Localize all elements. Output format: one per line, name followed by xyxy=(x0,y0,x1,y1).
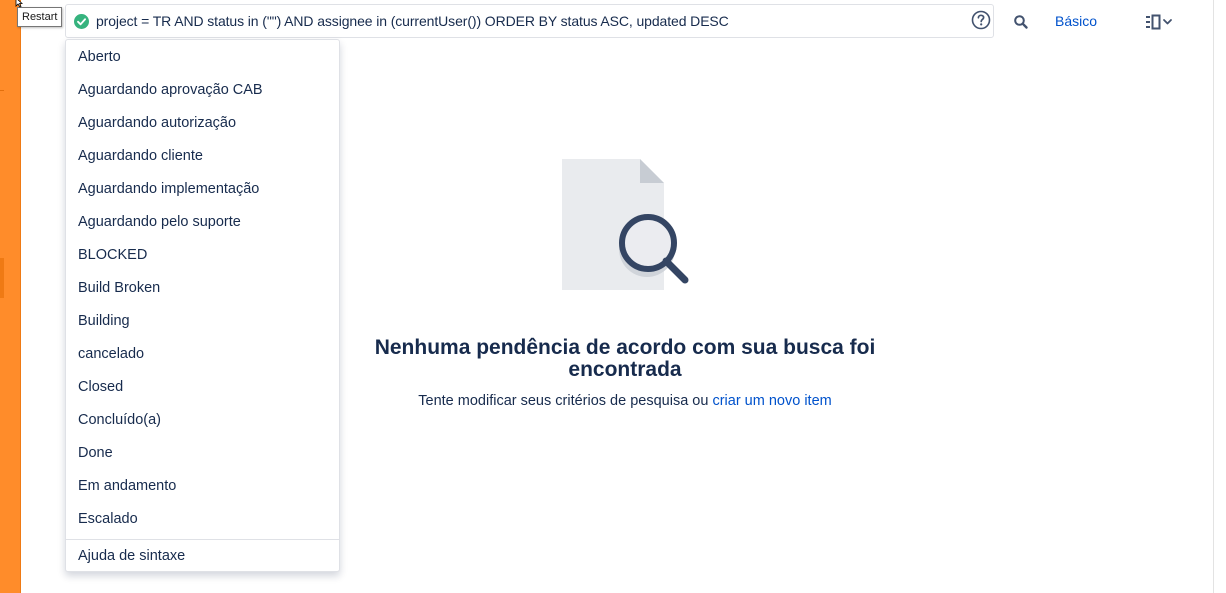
suggestion-item[interactable]: Closed xyxy=(66,371,339,404)
suggestion-item[interactable]: Done xyxy=(66,437,339,470)
check-circle-icon xyxy=(74,14,89,29)
suggestion-item[interactable]: Aguardando pelo suporte xyxy=(66,206,339,239)
status-suggestions-dropdown: Aberto Aguardando aprovação CAB Aguardan… xyxy=(65,39,340,572)
suggestion-item[interactable]: Aberto xyxy=(66,41,339,74)
jql-query-text[interactable]: project = TR AND status in ("") AND assi… xyxy=(96,13,729,29)
empty-state-text: Tente modificar seus critérios de pesqui… xyxy=(418,393,709,409)
suggestion-item[interactable]: Em andamento xyxy=(66,470,339,503)
suggestion-item[interactable]: BLOCKED xyxy=(66,239,339,272)
suggestion-item[interactable]: Aguardando cliente xyxy=(66,140,339,173)
mouse-cursor-icon xyxy=(15,0,24,8)
sidebar-collapse-handle[interactable] xyxy=(0,258,4,298)
syntax-help-link[interactable]: Ajuda de sintaxe xyxy=(66,540,339,573)
no-results-document-search-icon xyxy=(562,159,689,290)
suggestion-item[interactable]: Concluído(a) xyxy=(66,404,339,437)
question-circle-icon[interactable] xyxy=(971,10,991,30)
suggestion-item[interactable]: Aguardando implementação xyxy=(66,173,339,206)
left-sidebar-strip xyxy=(0,0,21,593)
suggestion-item[interactable]: Building xyxy=(66,305,339,338)
create-new-item-link[interactable]: criar um novo item xyxy=(712,393,831,409)
suggestion-item[interactable]: Build Broken xyxy=(66,272,339,305)
sidebar-marker xyxy=(0,90,4,91)
vertical-scrollbar[interactable] xyxy=(1213,0,1226,593)
search-icon[interactable] xyxy=(1011,12,1031,32)
suggestion-item[interactable]: cancelado xyxy=(66,338,339,371)
suggestion-item[interactable]: Aguardando aprovação CAB xyxy=(66,74,339,107)
empty-state-title: Nenhuma pendência de acordo com sua busc… xyxy=(374,336,876,381)
restart-tooltip: Restart xyxy=(17,7,63,27)
list-layout-icon[interactable] xyxy=(1144,12,1182,32)
empty-state-description: Tente modificar seus critérios de pesqui… xyxy=(370,393,880,409)
jql-query-input[interactable]: project = TR AND status in ("") AND assi… xyxy=(65,4,994,38)
suggestion-item[interactable]: Escalado xyxy=(66,503,339,536)
suggestion-item[interactable]: Aguardando autorização xyxy=(66,107,339,140)
basic-mode-link[interactable]: Básico xyxy=(1055,13,1097,29)
